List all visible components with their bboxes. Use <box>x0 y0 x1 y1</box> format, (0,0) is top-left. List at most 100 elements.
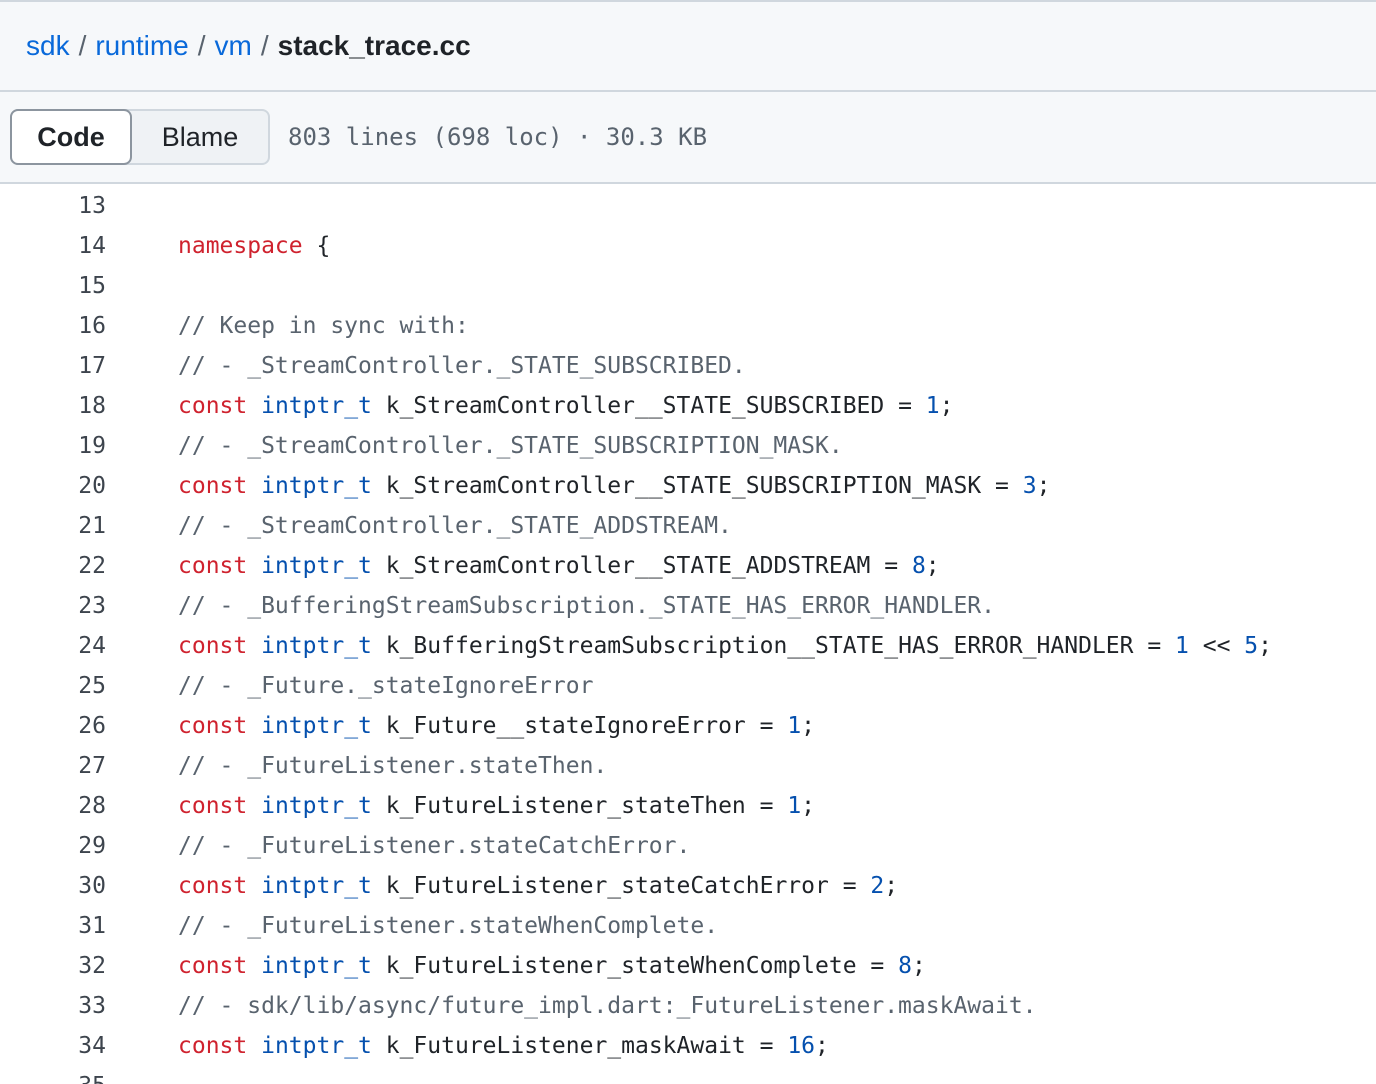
code-text: // - _StreamController._STATE_SUBSCRIBED… <box>178 346 746 386</box>
view-mode-toggle: Code Blame <box>10 109 270 165</box>
line-number[interactable]: 22 <box>40 546 106 586</box>
breadcrumb-link-runtime[interactable]: runtime <box>95 30 188 62</box>
code-token: // - _FutureListener.stateCatchError. <box>178 833 691 859</box>
line-number[interactable]: 16 <box>40 306 106 346</box>
code-line: 31 // - _FutureListener.stateWhenComplete… <box>0 906 1376 946</box>
code-token: 1 <box>1175 633 1189 659</box>
code-token: intptr_t <box>261 553 372 579</box>
code-text: const intptr_t k_StreamController__STATE… <box>178 546 940 586</box>
blame-view-button[interactable]: Blame <box>132 111 268 163</box>
breadcrumb-separator: / <box>260 30 269 61</box>
code-token: k_StreamController__STATE_SUBSCRIBED = <box>371 393 926 419</box>
line-number[interactable]: 15 <box>40 266 106 306</box>
line-number[interactable]: 26 <box>40 706 106 746</box>
code-line: 30 const intptr_t k_FutureListener_stateC… <box>0 866 1376 906</box>
breadcrumb-separator: / <box>78 30 87 61</box>
code-line: 35 <box>0 1066 1376 1084</box>
line-number[interactable]: 27 <box>40 746 106 786</box>
line-number[interactable]: 14 <box>40 226 106 266</box>
code-token: 5 <box>1244 633 1259 659</box>
code-token: intptr_t <box>261 393 372 419</box>
code-view[interactable]: 13 14 namespace {15 16// Keep in sync with:… <box>0 184 1376 1084</box>
code-token: intptr_t <box>261 873 372 899</box>
code-text: const intptr_t k_FutureListener_stateWhe… <box>178 946 926 986</box>
code-token: intptr_t <box>261 633 372 659</box>
code-line: 28 const intptr_t k_FutureListener_stateT… <box>0 786 1376 826</box>
code-token: intptr_t <box>261 713 372 739</box>
code-line: 22 const intptr_t k_StreamController__STA… <box>0 546 1376 586</box>
breadcrumb: sdk / runtime / vm / stack_trace.cc <box>0 0 1376 92</box>
breadcrumb-link-vm[interactable]: vm <box>215 30 252 62</box>
code-text: const intptr_t k_FutureListener_maskAwai… <box>178 1026 829 1066</box>
code-text: const intptr_t k_StreamController__STATE… <box>178 386 954 426</box>
line-number[interactable]: 34 <box>40 1026 106 1066</box>
line-number[interactable]: 32 <box>40 946 106 986</box>
code-view-button[interactable]: Code <box>10 109 132 165</box>
code-token: // - _Future._stateIgnoreError <box>178 673 594 699</box>
code-line: 20 const intptr_t k_StreamController__STA… <box>0 466 1376 506</box>
line-number[interactable]: 23 <box>40 586 106 626</box>
code-token: const <box>178 953 248 979</box>
code-token: intptr_t <box>261 953 372 979</box>
code-token: const <box>178 793 248 819</box>
code-token: << <box>1188 633 1245 659</box>
code-token: k_Future__stateIgnoreError = <box>371 713 788 739</box>
code-line: 15 <box>0 266 1376 306</box>
code-line: 23 // - _BufferingStreamSubscription._STA… <box>0 586 1376 626</box>
code-token: 2 <box>870 873 885 899</box>
code-line: 34 const intptr_t k_FutureListener_maskAw… <box>0 1026 1376 1066</box>
code-token: ; <box>1258 633 1272 659</box>
code-token: k_FutureListener_stateThen = <box>371 793 788 819</box>
line-number[interactable]: 29 <box>40 826 106 866</box>
line-number[interactable]: 20 <box>40 466 106 506</box>
code-text: const intptr_t k_FutureListener_stateThe… <box>178 786 815 826</box>
breadcrumb-separator: / <box>197 30 206 61</box>
code-text: const intptr_t k_Future__stateIgnoreErro… <box>178 706 815 746</box>
code-token: intptr_t <box>261 1033 372 1059</box>
line-number[interactable]: 35 <box>40 1066 106 1084</box>
code-token: k_StreamController__STATE_SUBSCRIPTION_M… <box>371 473 1023 499</box>
code-text: const intptr_t k_FutureListener_stateCat… <box>178 866 898 906</box>
code-line: 21 // - _StreamController._STATE_ADDSTREA… <box>0 506 1376 546</box>
line-number[interactable]: 30 <box>40 866 106 906</box>
code-token: intptr_t <box>261 793 372 819</box>
line-number[interactable]: 17 <box>40 346 106 386</box>
code-token: const <box>178 633 248 659</box>
breadcrumb-current-file: stack_trace.cc <box>277 30 471 61</box>
code-line: 29 // - _FutureListener.stateCatchError. <box>0 826 1376 866</box>
code-token: ; <box>939 393 954 419</box>
line-number[interactable]: 31 <box>40 906 106 946</box>
line-number[interactable]: 18 <box>40 386 106 426</box>
code-line: 16 // Keep in sync with: <box>0 306 1376 346</box>
code-text: // - _FutureListener.stateCatchError. <box>178 826 690 866</box>
code-token: ; <box>911 953 926 979</box>
code-token: 16 <box>787 1033 816 1059</box>
code-token: k_FutureListener_stateCatchError = <box>371 873 871 899</box>
code-text: // Keep in sync with: <box>178 306 469 346</box>
code-token: 1 <box>925 393 940 419</box>
file-toolbar: Code Blame 803 lines (698 loc) · 30.3 KB <box>0 92 1376 184</box>
line-number[interactable]: 24 <box>40 626 106 666</box>
code-token: // Keep in sync with: <box>178 313 469 339</box>
code-token: // - sdk/lib/async/future_impl.dart:_Fut… <box>178 993 1037 1019</box>
line-number[interactable]: 33 <box>40 986 106 1026</box>
code-token: const <box>178 1033 248 1059</box>
code-token: ; <box>925 553 940 579</box>
line-number[interactable]: 13 <box>40 186 106 226</box>
line-number[interactable]: 19 <box>40 426 106 466</box>
line-number[interactable]: 21 <box>40 506 106 546</box>
code-line: 32 const intptr_t k_FutureListener_stateW… <box>0 946 1376 986</box>
code-token: const <box>178 713 248 739</box>
breadcrumb-link-sdk[interactable]: sdk <box>26 30 70 62</box>
code-token: ; <box>801 713 816 739</box>
file-info: 803 lines (698 loc) · 30.3 KB <box>288 123 708 151</box>
line-number[interactable]: 28 <box>40 786 106 826</box>
code-line: 13 <box>0 186 1376 226</box>
line-number[interactable]: 25 <box>40 666 106 706</box>
code-text: namespace { <box>178 226 330 266</box>
